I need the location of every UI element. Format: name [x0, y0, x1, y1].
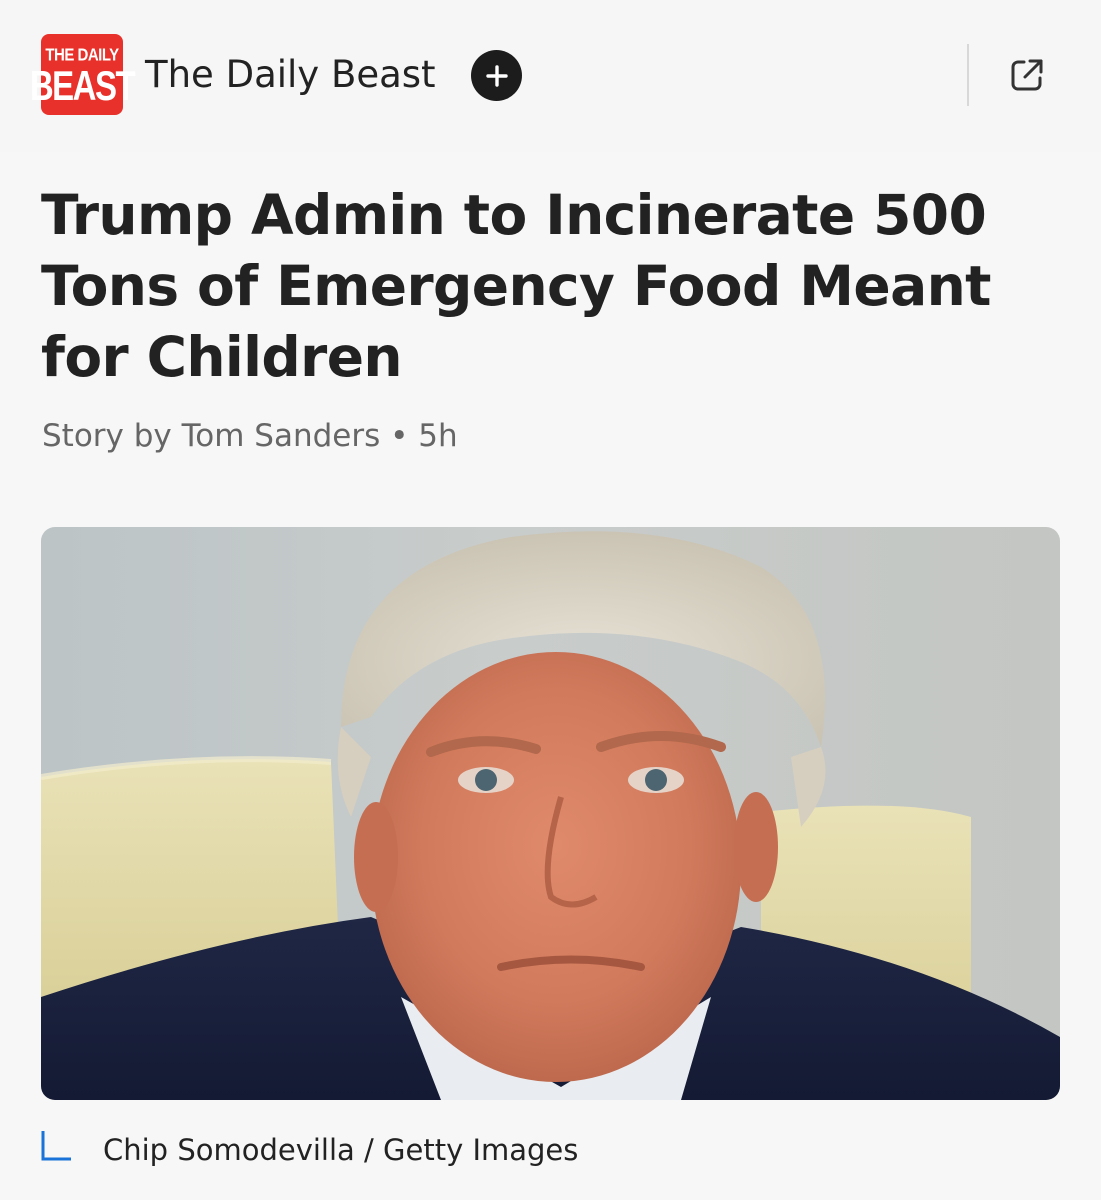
corner-bracket-icon	[41, 1131, 71, 1161]
logo-line-1: THE DAILY	[45, 45, 119, 65]
article-hero-image[interactable]	[41, 527, 1060, 1100]
logo-line-2: BEAST	[29, 61, 136, 109]
source-name[interactable]: The Daily Beast	[145, 53, 436, 97]
follow-button[interactable]	[471, 50, 522, 101]
article-byline: Story by Tom Sanders • 5h	[42, 414, 458, 458]
publisher-header: THE DAILY BEAST The Daily Beast	[0, 0, 1101, 152]
byline-author: Story by Tom Sanders	[42, 418, 381, 454]
daily-beast-logo[interactable]: THE DAILY BEAST	[30, 34, 136, 115]
open-in-browser-button[interactable]	[1006, 54, 1048, 96]
portrait-photo	[41, 527, 1060, 1100]
header-divider	[967, 44, 969, 106]
photo-credit: Chip Somodevilla / Getty Images	[103, 1133, 579, 1167]
byline-time: 5h	[418, 418, 458, 454]
byline-separator: •	[390, 418, 409, 454]
article-headline: Trump Admin to Incinerate 500 Tons of Em…	[41, 183, 991, 389]
external-link-icon	[1011, 59, 1043, 91]
plus-icon	[485, 64, 508, 87]
